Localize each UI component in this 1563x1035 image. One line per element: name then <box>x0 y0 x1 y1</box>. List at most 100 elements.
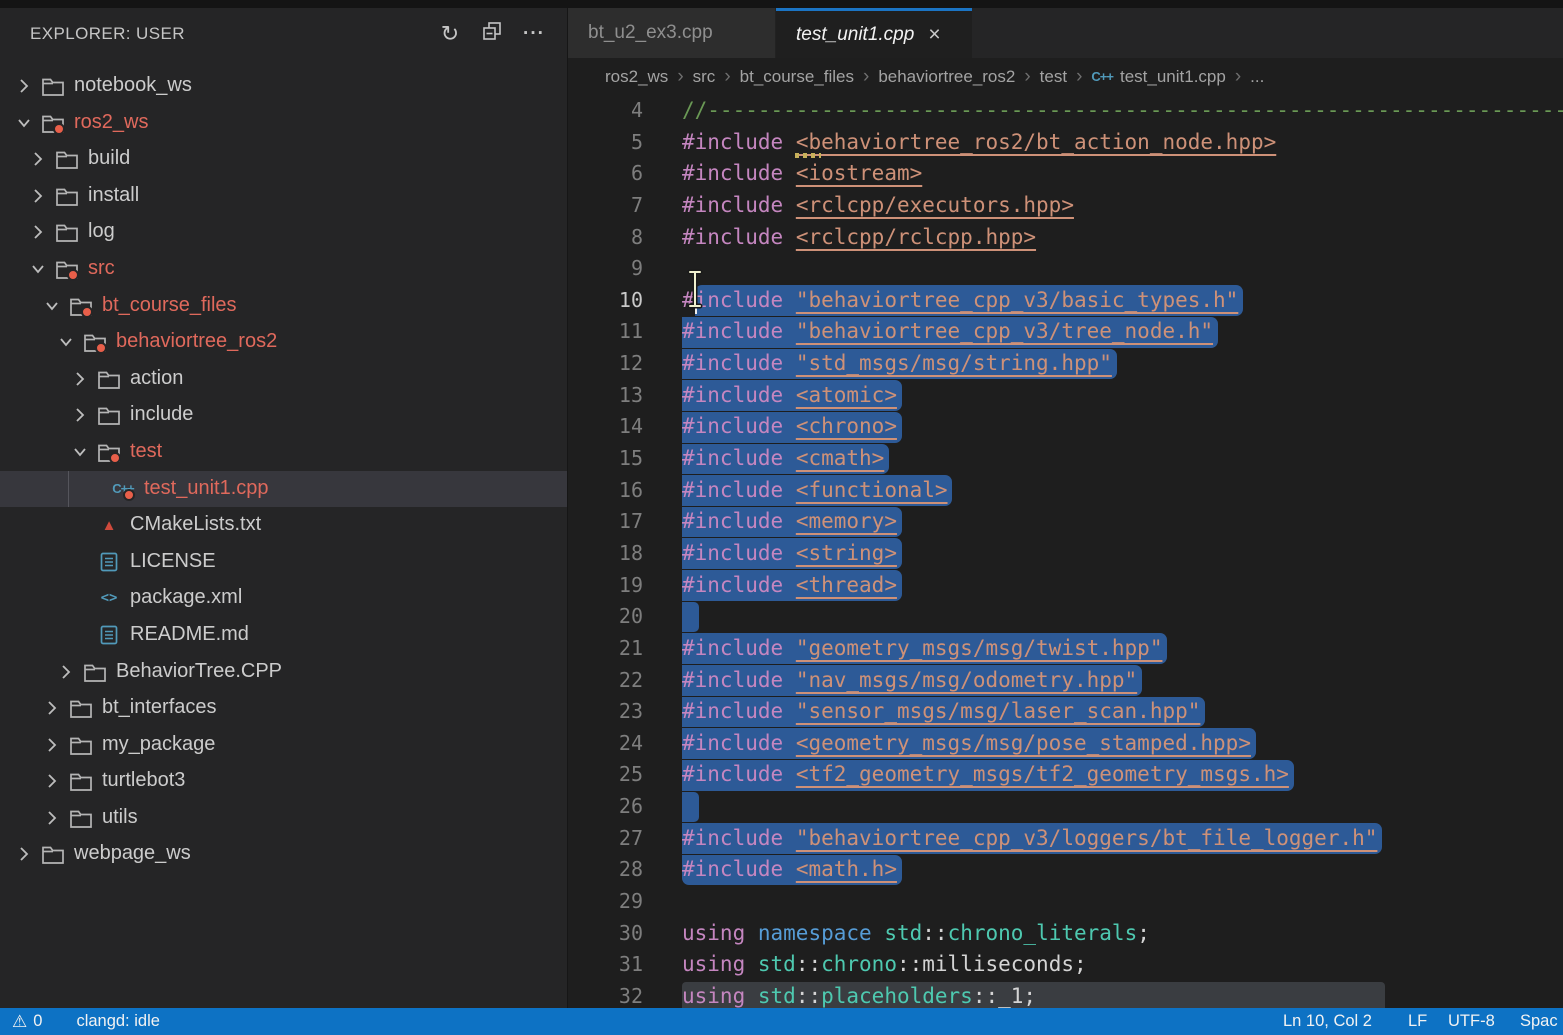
line-number: 30 <box>568 918 643 950</box>
tree-item-include[interactable]: include <box>0 397 567 434</box>
code-text: #include <rclcpp/executors.hpp> <box>682 190 1074 222</box>
code-line-8[interactable]: 8#include <rclcpp/rclcpp.hpp> <box>568 222 1563 254</box>
include-path-string: <rclcpp/rclcpp.hpp> <box>796 225 1036 249</box>
refresh-explorer-button[interactable]: ↻ <box>435 19 465 49</box>
chevron-right-icon <box>70 369 90 389</box>
tree-item-src[interactable]: src <box>0 251 567 288</box>
status-spac[interactable]: Spac <box>1520 1008 1558 1035</box>
breadcrumb-item-test[interactable]: test <box>1040 67 1067 87</box>
code-line-29[interactable]: 29 <box>568 886 1563 918</box>
breadcrumb-trailing-ellipsis[interactable]: ... <box>1250 67 1264 87</box>
tree-item-behaviortree-cpp[interactable]: BehaviorTree.CPP <box>0 654 567 691</box>
collapse-folders-button[interactable] <box>477 19 507 49</box>
code-line-9[interactable]: 9 <box>568 253 1563 285</box>
tree-item-build[interactable]: build <box>0 141 567 178</box>
tree-item-readme-md[interactable]: README.md <box>0 617 567 654</box>
code-line-11[interactable]: 11#include "behaviortree_cpp_v3/tree_nod… <box>568 316 1563 348</box>
line-number: 28 <box>568 854 643 886</box>
code-line-19[interactable]: 19#include <thread> <box>568 570 1563 602</box>
status-utf-8[interactable]: UTF-8 <box>1448 1008 1495 1035</box>
tree-item-test[interactable]: test <box>0 434 567 471</box>
code-line-5[interactable]: 5#include <behaviortree_ros2/bt_action_n… <box>568 127 1563 159</box>
code-token: :: <box>796 984 821 1008</box>
tree-item-install[interactable]: install <box>0 178 567 215</box>
code-line-4[interactable]: 4//-------------------------------------… <box>568 95 1563 127</box>
code-line-7[interactable]: 7#include <rclcpp/executors.hpp> <box>568 190 1563 222</box>
line-number: 27 <box>568 823 643 855</box>
code-editor[interactable]: 4//-------------------------------------… <box>568 95 1563 1008</box>
code-line-10[interactable]: 10#include "behaviortree_cpp_v3/basic_ty… <box>568 285 1563 317</box>
status-ln-10-col-2[interactable]: Ln 10, Col 2 <box>1283 1008 1372 1035</box>
code-token <box>783 573 796 597</box>
tree-item-action[interactable]: action <box>0 361 567 398</box>
breadcrumb-item-bt-course-files[interactable]: bt_course_files <box>740 67 854 87</box>
code-token: placeholders <box>821 984 973 1008</box>
status-clangd[interactable]: clangd: idle <box>76 1012 159 1031</box>
code-token <box>783 161 796 185</box>
tree-item-label: src <box>88 257 115 280</box>
include-path-string: "std_msgs/msg/string.hpp" <box>796 351 1112 375</box>
code-line-17[interactable]: 17#include <memory> <box>568 506 1563 538</box>
tab-test-unit1-cpp[interactable]: test_unit1.cpp× <box>776 8 972 58</box>
tree-item-package-xml[interactable]: <>package.xml <box>0 580 567 617</box>
code-line-26[interactable]: 26 <box>568 791 1563 823</box>
more-actions-button[interactable]: ··· <box>519 19 549 49</box>
code-token: #include <box>682 636 783 660</box>
code-line-23[interactable]: 23#include "sensor_msgs/msg/laser_scan.h… <box>568 696 1563 728</box>
code-line-15[interactable]: 15#include <cmath> <box>568 443 1563 475</box>
breadcrumb-item-test-unit1-cpp[interactable]: test_unit1.cpp <box>1120 67 1226 87</box>
code-line-21[interactable]: 21#include "geometry_msgs/msg/twist.hpp" <box>568 633 1563 665</box>
tree-item-log[interactable]: log <box>0 214 567 251</box>
tab-close-icon[interactable]: × <box>928 24 940 45</box>
window-top-strip <box>0 0 1563 8</box>
code-token <box>783 857 796 881</box>
code-line-14[interactable]: 14#include <chrono> <box>568 411 1563 443</box>
code-token: #include <box>682 857 783 881</box>
code-line-27[interactable]: 27#include "behaviortree_cpp_v3/loggers/… <box>568 823 1563 855</box>
tree-item-cmakelists-txt[interactable]: ▲CMakeLists.txt <box>0 507 567 544</box>
include-path-string: "behaviortree_cpp_v3/basic_types.h" <box>796 288 1239 312</box>
tree-item-notebook-ws[interactable]: notebook_ws <box>0 68 567 105</box>
code-line-16[interactable]: 16#include <functional> <box>568 475 1563 507</box>
code-line-24[interactable]: 24#include <geometry_msgs/msg/pose_stamp… <box>568 728 1563 760</box>
code-text: #include <functional> <box>682 475 948 507</box>
code-line-30[interactable]: 30 using namespace std::chrono_literals; <box>568 918 1563 950</box>
breadcrumb-item-ros2-ws[interactable]: ros2_ws <box>605 67 668 87</box>
tab-bt-u2-ex3-cpp[interactable]: bt_u2_ex3.cpp <box>568 8 776 58</box>
tree-item-my-package[interactable]: my_package <box>0 727 567 764</box>
code-line-18[interactable]: 18#include <string> <box>568 538 1563 570</box>
modified-badge-icon <box>67 269 79 281</box>
tree-item-license[interactable]: LICENSE <box>0 544 567 581</box>
tree-item-test-unit1-cpp[interactable]: C++test_unit1.cpp <box>0 471 567 508</box>
line-number: 9 <box>568 253 643 285</box>
chevron-down-icon <box>14 113 34 133</box>
code-line-6[interactable]: 6#include <iostream> <box>568 158 1563 190</box>
tree-item-bt-course-files[interactable]: bt_course_files <box>0 288 567 325</box>
line-number: 23 <box>568 696 643 728</box>
breadcrumb-item-behaviortree-ros2[interactable]: behaviortree_ros2 <box>878 67 1015 87</box>
status-problems[interactable]: ⚠0 <box>12 1012 42 1032</box>
code-line-12[interactable]: 12#include "std_msgs/msg/string.hpp" <box>568 348 1563 380</box>
code-line-25[interactable]: 25#include <tf2_geometry_msgs/tf2_geomet… <box>568 759 1563 791</box>
tree-item-utils[interactable]: utils <box>0 800 567 837</box>
tree-item-webpage-ws[interactable]: webpage_ws <box>0 836 567 873</box>
code-line-22[interactable]: 22#include "nav_msgs/msg/odometry.hpp" <box>568 665 1563 697</box>
breadcrumb: ros2_ws›src›bt_course_files›behaviortree… <box>568 58 1563 95</box>
line-number: 4 <box>568 95 643 127</box>
code-line-28[interactable]: 28#include <math.h> <box>568 854 1563 886</box>
tree-item-ros2-ws[interactable]: ros2_ws <box>0 105 567 142</box>
code-text: using namespace std::chrono_literals; <box>682 918 1150 950</box>
code-token <box>783 383 796 407</box>
selection-highlight <box>682 792 699 823</box>
tree-item-turtlebot3[interactable]: turtlebot3 <box>0 763 567 800</box>
code-line-20[interactable]: 20 <box>568 601 1563 633</box>
code-token: #include <box>682 826 783 850</box>
code-line-13[interactable]: 13#include <atomic> <box>568 380 1563 412</box>
status-lf[interactable]: LF <box>1408 1008 1427 1035</box>
tree-item-behaviortree-ros2[interactable]: behaviortree_ros2 <box>0 324 567 361</box>
breadcrumb-separator-icon: › <box>1024 66 1030 88</box>
code-line-31[interactable]: 31using std::chrono::milliseconds; <box>568 949 1563 981</box>
tree-item-bt-interfaces[interactable]: bt_interfaces <box>0 690 567 727</box>
breadcrumb-item-src[interactable]: src <box>693 67 716 87</box>
code-token: using <box>682 921 745 945</box>
